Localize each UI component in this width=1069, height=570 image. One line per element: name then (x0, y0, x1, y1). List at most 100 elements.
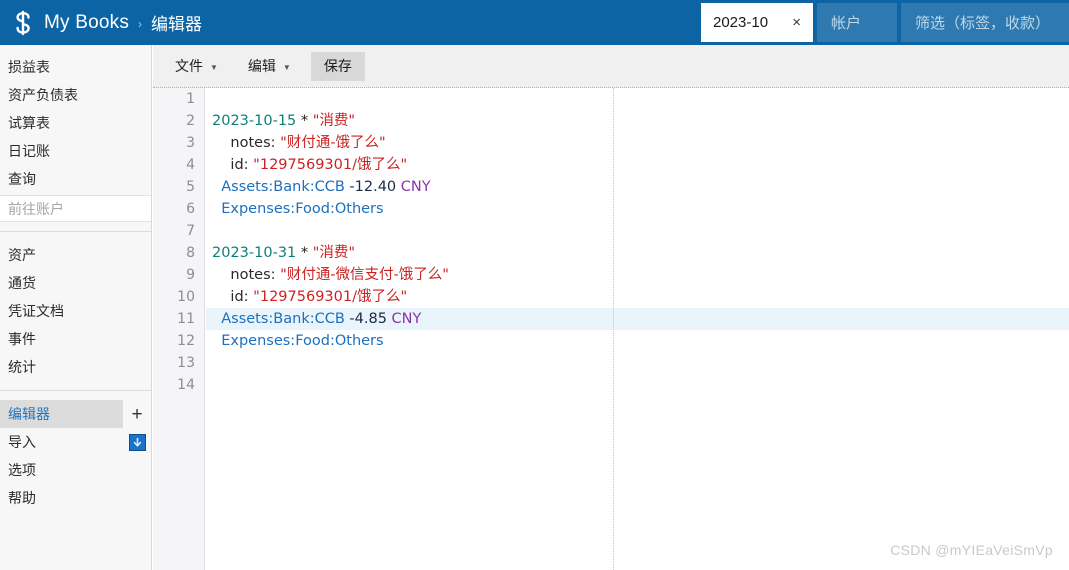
code-token: "消费" (312, 245, 356, 261)
sidebar-group-data: 资产 通货 凭证文档 事件 统计 (0, 241, 151, 381)
code-line[interactable]: Assets:Bank:CCB -12.40 CNY (206, 176, 1069, 198)
sidebar-item-editor[interactable]: 编辑器 (0, 400, 123, 428)
sidebar-item-commodities[interactable]: 通货 (0, 269, 151, 297)
sidebar-item-documents[interactable]: 凭证文档 (0, 297, 151, 325)
save-button[interactable]: 保存 (310, 51, 365, 81)
code-line[interactable]: Expenses:Food:Others (206, 330, 1069, 352)
code-token: 2023-10-15 (212, 113, 297, 129)
date-filter-input[interactable]: 2023-10 × (701, 3, 813, 42)
code-token: "1297569301/饿了么" (253, 157, 408, 173)
code-token: Expenses:Food:Others (221, 201, 384, 217)
line-number: 14 (177, 377, 195, 393)
sidebar-group-reports: 损益表 资产负债表 试算表 日记账 查询 (0, 53, 151, 193)
code-token: CNY (400, 179, 431, 195)
code-token: notes: (212, 267, 281, 283)
sidebar-item-query[interactable]: 查询 (0, 165, 151, 193)
code-token: Expenses:Food:Others (221, 333, 384, 349)
code-token: Assets:Bank:CCB (221, 179, 345, 195)
sidebar-item-help[interactable]: 帮助 (0, 484, 151, 512)
edit-menu-label: 编辑 (247, 58, 276, 74)
line-number: 7 (186, 223, 195, 239)
edit-menu-button[interactable]: 编辑 ▼ (238, 52, 301, 80)
sidebar-item-income-statement[interactable]: 损益表 (0, 53, 151, 81)
code-token: Assets:Bank:CCB (221, 311, 345, 327)
sidebar: 损益表 资产负债表 试算表 日记账 查询 前往账户 资产 通货 凭证文档 事件 … (0, 45, 152, 570)
app-root: My Books › 编辑器 2023-10 × 帐户 筛选（标签，收款） 损益… (0, 0, 1069, 570)
sidebar-item-assets[interactable]: 资产 (0, 241, 151, 269)
code-line[interactable]: 2023-10-15 * "消费" (206, 110, 1069, 132)
file-menu-label: 文件 (175, 58, 203, 74)
line-number: 10 (177, 289, 195, 305)
code-line[interactable]: notes: "财付通-饿了么" (206, 132, 1069, 154)
import-download-button[interactable] (123, 428, 151, 456)
sidebar-divider-1 (0, 231, 151, 232)
print-margin-ruler (613, 88, 614, 570)
brand-title[interactable]: My Books (44, 12, 129, 34)
line-number: 8 (186, 245, 195, 261)
code-line[interactable] (206, 88, 1069, 110)
code-token: -4.85 (344, 311, 392, 327)
code-line[interactable] (206, 352, 1069, 374)
plus-icon: + (131, 403, 143, 425)
tag-filter-placeholder: 筛选（标签，收款） (915, 15, 1051, 32)
code-line[interactable]: id: "1297569301/饿了么" (206, 154, 1069, 176)
code-token: "消费" (312, 113, 356, 129)
line-number: 3 (186, 135, 195, 151)
line-number: 6 (186, 201, 195, 217)
download-icon (128, 433, 146, 451)
chevron-down-icon: ▼ (282, 62, 291, 72)
code-token: -12.40 (344, 179, 401, 195)
code-editor[interactable]: 1 2 3 4 5 6 7 8 9 10 11 12 13 14 2023-10-15 * "消费" no… (153, 88, 1069, 570)
sidebar-item-trial-balance[interactable]: 试算表 (0, 109, 151, 137)
account-filter-input[interactable]: 帐户 (817, 3, 897, 42)
sidebar-item-events[interactable]: 事件 (0, 325, 151, 353)
sidebar-item-import[interactable]: 导入 (0, 428, 123, 456)
line-number-gutter: 1 2 3 4 5 6 7 8 9 10 11 12 13 14 (153, 88, 205, 570)
code-line[interactable]: id: "1297569301/饿了么" (206, 286, 1069, 308)
sidebar-row-import: 导入 (0, 428, 151, 456)
code-token: id: (212, 289, 254, 305)
sidebar-item-statistics[interactable]: 统计 (0, 353, 151, 381)
line-number: 9 (186, 267, 195, 283)
code-content[interactable]: 2023-10-15 * "消费" notes: "财付通-饿了么" id: "… (206, 88, 1069, 570)
line-number: 13 (177, 355, 195, 371)
breadcrumb-separator: › (138, 16, 143, 31)
code-line[interactable]: Assets:Bank:CCB -4.85 CNY (206, 308, 1069, 330)
code-token: "1297569301/饿了么" (253, 289, 408, 305)
goto-account-placeholder: 前往账户 (8, 200, 64, 217)
header-filters: 2023-10 × 帐户 筛选（标签，收款） (701, 0, 1069, 45)
file-menu-button[interactable]: 文件 ▼ (165, 52, 228, 80)
sidebar-item-journal[interactable]: 日记账 (0, 137, 151, 165)
sidebar-item-balance-sheet[interactable]: 资产负债表 (0, 81, 151, 109)
code-token: CNY (391, 311, 422, 327)
code-token: 2023-10-31 (212, 245, 297, 261)
code-token: * (296, 245, 313, 261)
goto-account-input[interactable]: 前往账户 (0, 195, 151, 222)
line-number: 12 (177, 333, 195, 349)
code-line[interactable]: 2023-10-31 * "消费" (206, 242, 1069, 264)
code-line[interactable] (206, 220, 1069, 242)
code-line[interactable] (206, 374, 1069, 396)
beancount-dollar-logo-icon[interactable] (8, 8, 38, 38)
breadcrumb-current-page: 编辑器 (151, 15, 203, 34)
sidebar-item-options[interactable]: 选项 (0, 456, 151, 484)
line-number: 11 (177, 311, 195, 327)
close-icon[interactable]: × (788, 13, 805, 32)
code-line[interactable]: notes: "财付通-微信支付-饿了么" (206, 264, 1069, 286)
line-number: 5 (186, 179, 195, 195)
line-number: 2 (186, 113, 195, 129)
line-number: 4 (186, 157, 195, 173)
code-token: * (296, 113, 313, 129)
add-entry-button[interactable]: + (123, 400, 151, 428)
chevron-down-icon: ▼ (210, 62, 218, 72)
tag-filter-input[interactable]: 筛选（标签，收款） (901, 3, 1069, 42)
watermark: CSDN @mYIEaVeiSmVp (890, 542, 1053, 558)
sidebar-divider-2 (0, 390, 151, 391)
code-line[interactable]: Expenses:Food:Others (206, 198, 1069, 220)
account-filter-placeholder: 帐户 (831, 15, 862, 32)
date-filter-value: 2023-10 (713, 14, 769, 31)
